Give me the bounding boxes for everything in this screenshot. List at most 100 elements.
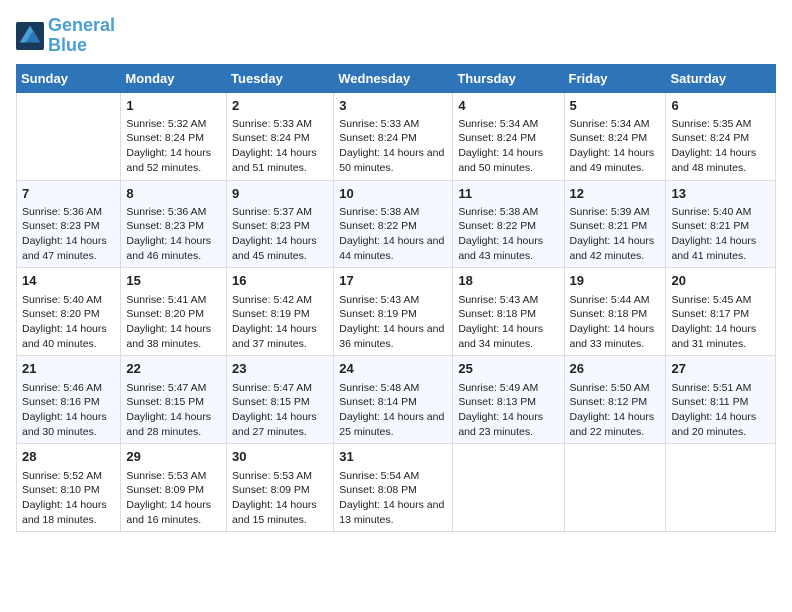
sunset-text: Sunset: 8:09 PM (232, 483, 328, 498)
calendar-cell (453, 444, 564, 532)
daylight-text: Daylight: 14 hours and 50 minutes. (458, 146, 558, 175)
calendar-cell: 3Sunrise: 5:33 AMSunset: 8:24 PMDaylight… (334, 92, 453, 180)
day-number: 25 (458, 360, 558, 378)
sunrise-text: Sunrise: 5:54 AM (339, 469, 447, 484)
sunrise-text: Sunrise: 5:52 AM (22, 469, 115, 484)
day-number: 3 (339, 97, 447, 115)
sunset-text: Sunset: 8:23 PM (126, 219, 221, 234)
sunset-text: Sunset: 8:21 PM (671, 219, 770, 234)
day-number: 19 (570, 272, 661, 290)
day-number: 6 (671, 97, 770, 115)
sunset-text: Sunset: 8:10 PM (22, 483, 115, 498)
weekday-header-sunday: Sunday (17, 64, 121, 92)
calendar-cell: 26Sunrise: 5:50 AMSunset: 8:12 PMDayligh… (564, 356, 666, 444)
sunrise-text: Sunrise: 5:39 AM (570, 205, 661, 220)
daylight-text: Daylight: 14 hours and 47 minutes. (22, 234, 115, 263)
daylight-text: Daylight: 14 hours and 37 minutes. (232, 322, 328, 351)
daylight-text: Daylight: 14 hours and 33 minutes. (570, 322, 661, 351)
daylight-text: Daylight: 14 hours and 42 minutes. (570, 234, 661, 263)
sunrise-text: Sunrise: 5:40 AM (671, 205, 770, 220)
calendar-cell: 11Sunrise: 5:38 AMSunset: 8:22 PMDayligh… (453, 180, 564, 268)
calendar-cell: 17Sunrise: 5:43 AMSunset: 8:19 PMDayligh… (334, 268, 453, 356)
calendar-cell: 29Sunrise: 5:53 AMSunset: 8:09 PMDayligh… (121, 444, 227, 532)
calendar-cell (666, 444, 776, 532)
calendar-cell: 30Sunrise: 5:53 AMSunset: 8:09 PMDayligh… (227, 444, 334, 532)
day-number: 26 (570, 360, 661, 378)
daylight-text: Daylight: 14 hours and 25 minutes. (339, 410, 447, 439)
daylight-text: Daylight: 14 hours and 50 minutes. (339, 146, 447, 175)
sunrise-text: Sunrise: 5:53 AM (126, 469, 221, 484)
sunrise-text: Sunrise: 5:36 AM (22, 205, 115, 220)
sunset-text: Sunset: 8:20 PM (22, 307, 115, 322)
calendar-cell (17, 92, 121, 180)
sunset-text: Sunset: 8:24 PM (570, 131, 661, 146)
sunset-text: Sunset: 8:24 PM (458, 131, 558, 146)
sunrise-text: Sunrise: 5:48 AM (339, 381, 447, 396)
day-number: 9 (232, 185, 328, 203)
sunset-text: Sunset: 8:14 PM (339, 395, 447, 410)
sunrise-text: Sunrise: 5:49 AM (458, 381, 558, 396)
day-number: 28 (22, 448, 115, 466)
calendar-cell: 10Sunrise: 5:38 AMSunset: 8:22 PMDayligh… (334, 180, 453, 268)
sunrise-text: Sunrise: 5:44 AM (570, 293, 661, 308)
day-number: 1 (126, 97, 221, 115)
day-number: 23 (232, 360, 328, 378)
sunset-text: Sunset: 8:22 PM (458, 219, 558, 234)
sunrise-text: Sunrise: 5:38 AM (458, 205, 558, 220)
sunrise-text: Sunrise: 5:37 AM (232, 205, 328, 220)
sunrise-text: Sunrise: 5:47 AM (126, 381, 221, 396)
daylight-text: Daylight: 14 hours and 31 minutes. (671, 322, 770, 351)
sunrise-text: Sunrise: 5:41 AM (126, 293, 221, 308)
calendar-cell: 13Sunrise: 5:40 AMSunset: 8:21 PMDayligh… (666, 180, 776, 268)
calendar-cell: 5Sunrise: 5:34 AMSunset: 8:24 PMDaylight… (564, 92, 666, 180)
sunrise-text: Sunrise: 5:35 AM (671, 117, 770, 132)
daylight-text: Daylight: 14 hours and 51 minutes. (232, 146, 328, 175)
weekday-header-monday: Monday (121, 64, 227, 92)
daylight-text: Daylight: 14 hours and 13 minutes. (339, 498, 447, 527)
sunset-text: Sunset: 8:22 PM (339, 219, 447, 234)
day-number: 17 (339, 272, 447, 290)
sunrise-text: Sunrise: 5:34 AM (570, 117, 661, 132)
calendar-cell: 12Sunrise: 5:39 AMSunset: 8:21 PMDayligh… (564, 180, 666, 268)
sunset-text: Sunset: 8:21 PM (570, 219, 661, 234)
sunrise-text: Sunrise: 5:33 AM (339, 117, 447, 132)
daylight-text: Daylight: 14 hours and 28 minutes. (126, 410, 221, 439)
weekday-header-tuesday: Tuesday (227, 64, 334, 92)
daylight-text: Daylight: 14 hours and 16 minutes. (126, 498, 221, 527)
daylight-text: Daylight: 14 hours and 38 minutes. (126, 322, 221, 351)
calendar-cell: 7Sunrise: 5:36 AMSunset: 8:23 PMDaylight… (17, 180, 121, 268)
calendar-cell: 8Sunrise: 5:36 AMSunset: 8:23 PMDaylight… (121, 180, 227, 268)
daylight-text: Daylight: 14 hours and 52 minutes. (126, 146, 221, 175)
logo: GeneralBlue (16, 16, 115, 56)
sunrise-text: Sunrise: 5:46 AM (22, 381, 115, 396)
calendar-cell: 2Sunrise: 5:33 AMSunset: 8:24 PMDaylight… (227, 92, 334, 180)
calendar-cell: 1Sunrise: 5:32 AMSunset: 8:24 PMDaylight… (121, 92, 227, 180)
week-row-5: 28 Sunrise: 5:52 AMSunset: 8:10 PM Dayligh… (17, 444, 776, 532)
page-header: GeneralBlue (16, 16, 776, 56)
weekday-header-saturday: Saturday (666, 64, 776, 92)
calendar-cell: 20Sunrise: 5:45 AMSunset: 8:17 PMDayligh… (666, 268, 776, 356)
day-number: 30 (232, 448, 328, 466)
weekday-header-thursday: Thursday (453, 64, 564, 92)
day-number: 29 (126, 448, 221, 466)
week-row-3: 14Sunrise: 5:40 AMSunset: 8:20 PMDayligh… (17, 268, 776, 356)
day-number: 24 (339, 360, 447, 378)
calendar-cell: 19Sunrise: 5:44 AMSunset: 8:18 PMDayligh… (564, 268, 666, 356)
sunset-text: Sunset: 8:20 PM (126, 307, 221, 322)
day-number: 15 (126, 272, 221, 290)
sunrise-text: Sunrise: 5:36 AM (126, 205, 221, 220)
day-number: 22 (126, 360, 221, 378)
calendar-cell: 23Sunrise: 5:47 AMSunset: 8:15 PMDayligh… (227, 356, 334, 444)
sunrise-text: Sunrise: 5:38 AM (339, 205, 447, 220)
sunrise-text: Sunrise: 5:42 AM (232, 293, 328, 308)
daylight-text: Daylight: 14 hours and 23 minutes. (458, 410, 558, 439)
calendar-cell: 25 Sunrise: 5:49 AMSunset: 8:13 PMDayligh… (453, 356, 564, 444)
sunset-text: Sunset: 8:13 PM (458, 395, 558, 410)
day-number: 14 (22, 272, 115, 290)
day-number: 5 (570, 97, 661, 115)
logo-icon (16, 22, 44, 50)
sunset-text: Sunset: 8:15 PM (126, 395, 221, 410)
sunset-text: Sunset: 8:24 PM (232, 131, 328, 146)
calendar-cell (564, 444, 666, 532)
sunset-text: Sunset: 8:12 PM (570, 395, 661, 410)
